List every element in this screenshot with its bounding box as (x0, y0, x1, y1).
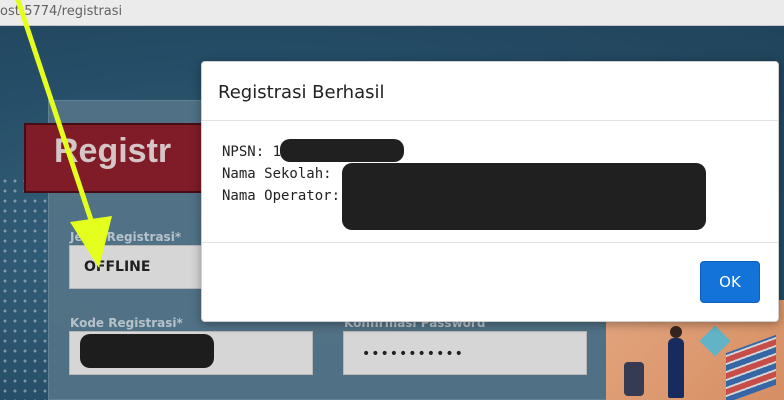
modal-title: Registrasi Berhasil (218, 82, 385, 103)
nama-sekolah-label: Nama Sekolah: (222, 166, 332, 182)
npsn-label: NPSN: 1 (222, 144, 282, 160)
nama-operator-label: Nama Operator: (222, 188, 341, 204)
modal-divider-top (202, 120, 778, 121)
redacted-npsn (280, 139, 404, 162)
modal-divider-bottom (202, 242, 778, 243)
redacted-sekolah-operator (342, 163, 706, 230)
ok-button[interactable]: OK (700, 261, 760, 303)
success-modal: Registrasi Berhasil NPSN: 1 Nama Sekolah… (201, 61, 779, 322)
